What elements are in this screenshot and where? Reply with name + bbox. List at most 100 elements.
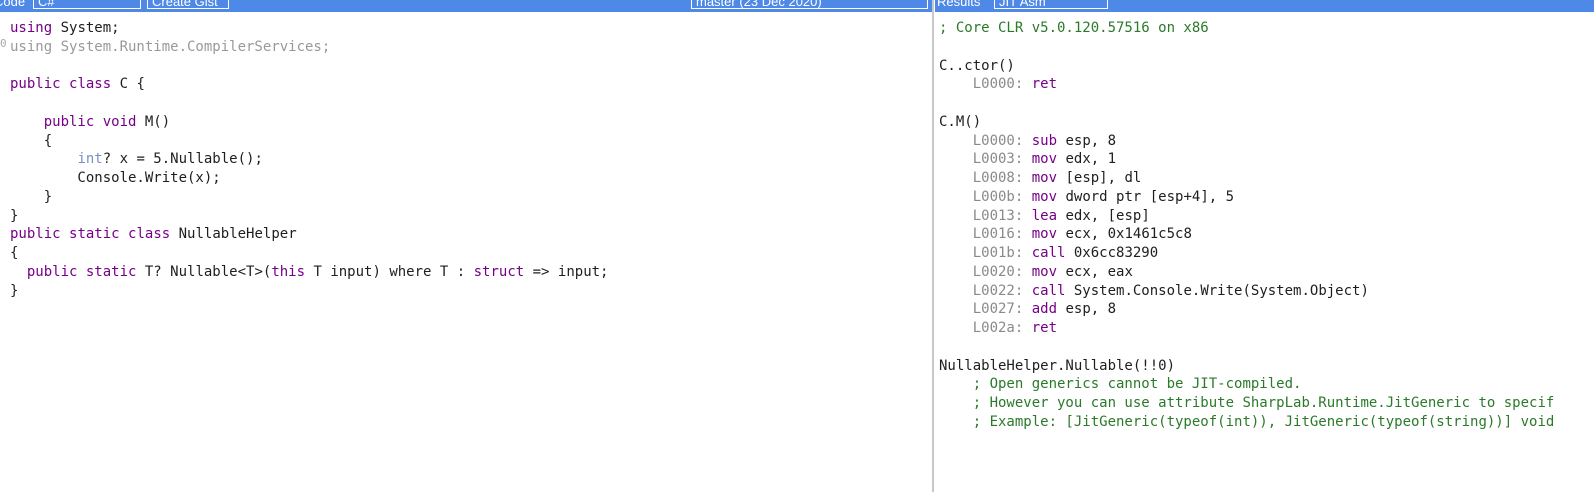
token-addr: L001b: <box>972 245 1024 261</box>
asm-line: L0013: lea edx, [esp] <box>939 207 1594 226</box>
code-editor[interactable]: 0 using System; using System.Runtime.Comp… <box>0 12 932 492</box>
token-addr: L0016: <box>972 226 1024 243</box>
token-plain: edx, [esp] <box>1057 207 1150 224</box>
results-output[interactable]: ; Core CLR v5.0.120.57516 on x86 C..ctor(… <box>935 12 1594 492</box>
asm-line: L0000: sub esp, 8 <box>939 132 1594 151</box>
token-addr: L0000: <box>972 76 1024 93</box>
token-plain: System; <box>52 20 120 36</box>
token-plain: esp, 8 <box>1057 301 1117 318</box>
output-mode-select[interactable]: JIT Asm <box>994 0 1108 9</box>
asm-line: ; Open generics cannot be JIT-compiled. <box>939 375 1594 394</box>
gutter-marker: 0 <box>0 37 6 50</box>
token-addr: L0020: <box>972 263 1024 280</box>
asm-line: C..ctor() <box>939 57 1594 76</box>
asm-line <box>939 94 1594 113</box>
token-plain: C { <box>111 76 145 93</box>
token-addr: L0022: <box>972 282 1024 299</box>
branch-select[interactable]: master (23 Dec 2020) <box>691 0 928 9</box>
token-addr: L0000: <box>972 132 1024 149</box>
token-kw: mov <box>1031 151 1058 168</box>
token-addr: L0008: <box>972 170 1024 186</box>
code-line: } <box>10 207 932 226</box>
token-kw: mov <box>1031 170 1058 186</box>
token-kw: ret <box>1031 320 1058 336</box>
asm-lines: ; Core CLR v5.0.120.57516 on x86 C..ctor(… <box>939 19 1594 432</box>
token-kw: public <box>43 113 95 130</box>
token-plain: ecx, eax <box>1057 263 1133 280</box>
token-plain: NullableHelper <box>170 226 297 243</box>
code-lines: using System; using System.Runtime.Compil… <box>10 19 932 300</box>
token-plain: T input) where T : <box>305 263 474 280</box>
code-line: public class C { <box>10 75 932 94</box>
code-line: using System.Runtime.CompilerServices; <box>10 38 932 57</box>
asm-line: L0022: call System.Console.Write(System.… <box>939 282 1594 301</box>
token-plain: Console.Write(x); <box>10 170 221 186</box>
token-faded: using System.Runtime.CompilerServices; <box>10 38 331 55</box>
token-plain: C.M() <box>939 113 982 130</box>
token-kw: public <box>26 263 78 280</box>
token-plain: edx, 1 <box>1057 151 1117 168</box>
pane-splitter[interactable] <box>932 0 934 492</box>
language-select[interactable]: C# <box>33 0 141 9</box>
token-plain: { <box>10 132 53 149</box>
token-kw: mov <box>1031 226 1058 243</box>
code-line: } <box>10 188 932 207</box>
token-kw: mov <box>1031 263 1058 280</box>
token-plain: M() <box>136 113 171 130</box>
code-line: Console.Write(x); <box>10 169 932 188</box>
asm-line: C.M() <box>939 113 1594 132</box>
asm-line: L0003: mov edx, 1 <box>939 150 1594 169</box>
asm-line: L002a: ret <box>939 319 1594 338</box>
token-kw: struct <box>473 263 525 280</box>
token-plain: => input; <box>524 263 609 280</box>
code-line: public static T? Nullable<T>(this T inpu… <box>10 263 932 282</box>
asm-line: ; Example: [JitGeneric(typeof(int)), Jit… <box>939 413 1594 432</box>
results-label: Results <box>937 0 981 9</box>
token-kw: class <box>69 76 112 93</box>
token-plain: [esp], dl <box>1057 170 1142 186</box>
token-plain: { <box>10 245 19 261</box>
code-line: public void M() <box>10 113 932 132</box>
token-plain: esp, 8 <box>1057 132 1117 149</box>
token-kw: call <box>1031 245 1066 261</box>
code-line: int? x = 5.Nullable(); <box>10 150 932 169</box>
asm-line <box>939 38 1594 57</box>
token-kw: void <box>102 113 137 130</box>
token-addr: L0027: <box>972 301 1024 318</box>
asm-line: NullableHelper.Nullable(!!0) <box>939 357 1594 376</box>
asm-line: L0000: ret <box>939 75 1594 94</box>
code-label: Code <box>0 0 26 9</box>
create-gist-button[interactable]: Create Gist <box>147 0 229 9</box>
token-plain: ? x = 5.Nullable(); <box>102 151 263 168</box>
asm-line <box>939 338 1594 357</box>
token-comment: ; Open generics cannot be JIT-compiled. <box>972 376 1302 393</box>
token-kw: sub <box>1031 132 1058 149</box>
token-kw: static <box>69 226 120 243</box>
